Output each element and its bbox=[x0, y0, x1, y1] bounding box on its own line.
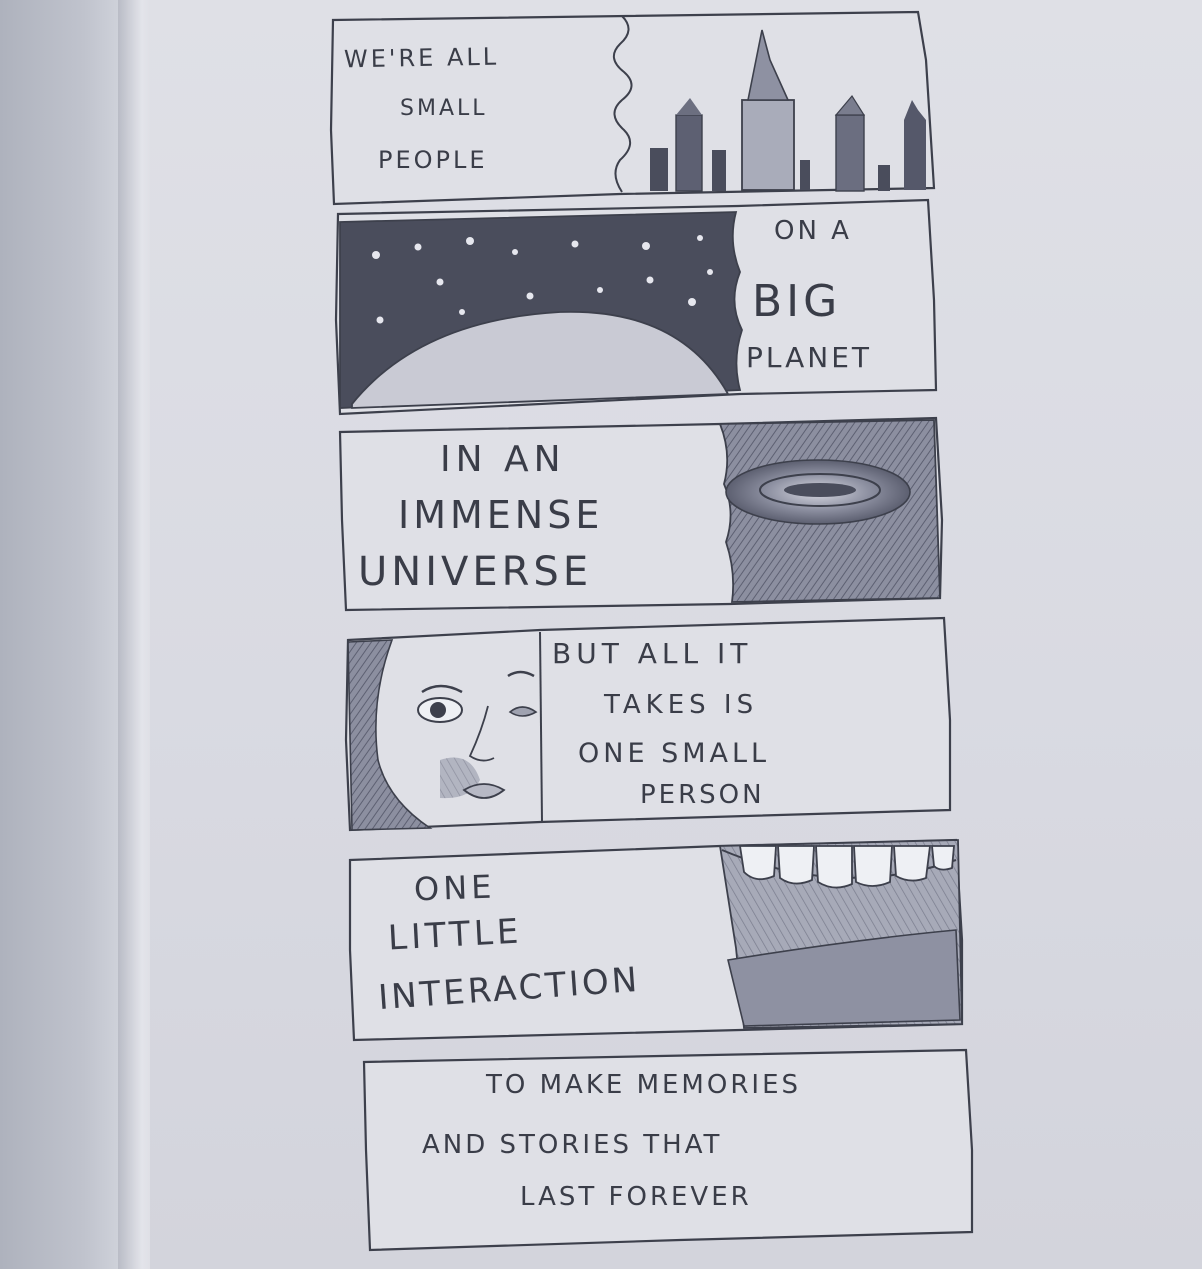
building-small-2 bbox=[878, 165, 890, 191]
building-left-2 bbox=[650, 148, 668, 191]
galaxy-picture bbox=[718, 419, 941, 603]
planet-picture bbox=[339, 211, 743, 409]
building-small-1 bbox=[800, 160, 810, 190]
panel-6-caption-line-2: AND STORIES THAT bbox=[422, 1130, 723, 1160]
panel-3-caption-line-3: UNIVERSE bbox=[358, 549, 593, 595]
panel-1-caption-line-1: WE'RE ALL bbox=[343, 42, 500, 74]
panel-3-caption-line-1: IN AN bbox=[440, 439, 566, 480]
building-left-3 bbox=[712, 150, 726, 191]
panel-2-caption-line-3: PLANET bbox=[746, 341, 873, 374]
building-right-2 bbox=[904, 120, 926, 190]
panel-5-caption-line-1: ONE bbox=[413, 867, 496, 909]
panel-4-caption-line-2: TAKES IS bbox=[604, 690, 759, 720]
panel-4-caption-line-1: BUT ALL IT bbox=[552, 637, 753, 670]
mouth-picture bbox=[718, 839, 963, 1029]
galaxy-core bbox=[784, 483, 856, 497]
pupil-left bbox=[430, 702, 446, 718]
building-right-1 bbox=[835, 114, 865, 192]
panel-3-caption-line-2: IMMENSE bbox=[398, 493, 604, 537]
panel-1-caption-line-3: PEOPLE bbox=[378, 146, 488, 174]
panel-2-caption-line-2: BIG bbox=[752, 276, 842, 327]
panel-4-caption-line-4: PERSON bbox=[640, 780, 765, 810]
panel-6-caption-line-1: TO MAKE MEMORIES bbox=[486, 1070, 801, 1100]
building-left-1 bbox=[675, 114, 703, 192]
panel-1-caption-line-2: SMALL bbox=[400, 96, 488, 121]
panel-5-caption-line-2: LITTLE bbox=[387, 911, 524, 959]
panel-2-caption-line-1: ON A bbox=[774, 216, 852, 246]
panel-4-caption-line-3: ONE SMALL bbox=[578, 738, 771, 769]
tower-tall bbox=[741, 99, 795, 191]
panel-6-caption-line-3: LAST FOREVER bbox=[520, 1182, 752, 1212]
